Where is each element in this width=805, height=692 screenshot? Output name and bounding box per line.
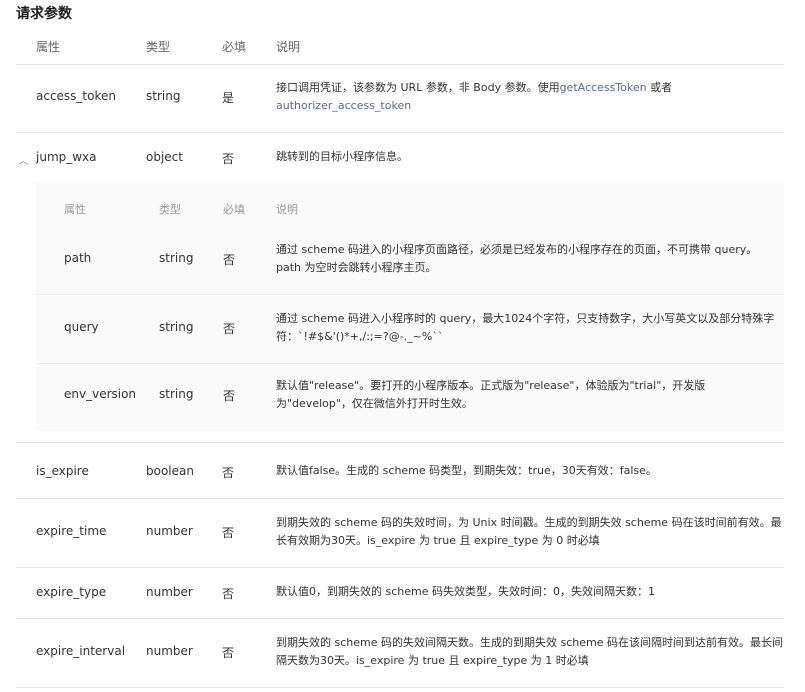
param-required: 否 xyxy=(223,322,236,336)
param-type: number xyxy=(146,644,193,658)
param-required: 否 xyxy=(222,646,235,660)
header-required: 必填 xyxy=(222,40,247,54)
nested-header-type: 类型 xyxy=(159,203,181,216)
param-type: string xyxy=(146,89,181,103)
header-attr: 属性 xyxy=(36,40,61,54)
param-type: string xyxy=(159,251,194,265)
table-row: expire_time number 否 到期失效的 scheme 码的失效时间… xyxy=(16,499,784,568)
param-name: is_expire xyxy=(36,464,89,478)
param-desc: 通过 scheme 码进入小程序时的 query，最大1024个字符，只支持数字… xyxy=(276,312,775,343)
param-required: 是 xyxy=(222,91,235,105)
nested-header-desc: 说明 xyxy=(276,203,298,216)
param-desc: 到期失效的 scheme 码的失效时间，为 Unix 时间戳。生成的到期失效 s… xyxy=(276,516,782,547)
nested-row: query string 否 通过 scheme 码进入小程序时的 query，… xyxy=(36,295,784,364)
table-row: expire_interval number 否 到期失效的 scheme 码的… xyxy=(16,619,784,688)
get-access-token-link[interactable]: getAccessToken xyxy=(560,81,647,94)
nested-row: path string 否 通过 scheme 码进入的小程序页面路径，必须是已… xyxy=(36,225,784,295)
param-type: number xyxy=(146,585,193,599)
param-name: query xyxy=(64,320,99,334)
nested-header-required: 必填 xyxy=(223,203,245,216)
param-type: string xyxy=(159,387,194,401)
table-row: jump_wxa object 否 跳转到的目标小程序信息。 xyxy=(16,133,784,181)
param-desc: 默认值0，到期失效的 scheme 码失效类型，失效时间：0，失效间隔天数：1 xyxy=(276,585,655,598)
param-required: 否 xyxy=(223,389,236,403)
nested-table: 属性 类型 必填 说明 path string 否 通过 scheme 码进入的… xyxy=(36,181,784,431)
param-desc: 接口调用凭证，该参数为 URL 参数，非 Body 参数。使用getAccess… xyxy=(276,81,673,112)
header-type: 类型 xyxy=(146,40,171,54)
table-row: access_token string 是 接口调用凭证，该参数为 URL 参数… xyxy=(16,65,784,133)
param-type: boolean xyxy=(146,464,194,478)
nested-row: env_version string 否 默认值"release"。要打开的小程… xyxy=(36,364,784,431)
param-name: jump_wxa xyxy=(36,150,97,164)
param-type: object xyxy=(146,150,183,164)
table-row: expire_type number 否 默认值0，到期失效的 scheme 码… xyxy=(16,568,784,619)
param-desc: 默认值false。生成的 scheme 码类型，到期失效：true，30天有效：… xyxy=(276,464,657,477)
param-required: 否 xyxy=(222,466,235,480)
param-name: path xyxy=(64,251,92,265)
param-desc: 跳转到的目标小程序信息。 xyxy=(276,150,408,163)
param-name: expire_time xyxy=(36,524,107,538)
param-required: 否 xyxy=(222,526,235,540)
section-title: 请求参数 xyxy=(16,6,72,22)
table-header: 属性 类型 必填 说明 xyxy=(16,28,784,65)
param-name: expire_interval xyxy=(36,644,126,658)
param-name: expire_type xyxy=(36,585,107,599)
param-required: 否 xyxy=(222,152,235,166)
param-name: access_token xyxy=(36,89,116,103)
param-name: env_version xyxy=(64,387,137,401)
param-type: number xyxy=(146,524,193,538)
param-type: string xyxy=(159,320,194,334)
param-required: 否 xyxy=(222,587,235,601)
authorizer-access-token-link[interactable]: authorizer_access_token xyxy=(276,99,411,112)
table-row: is_expire boolean 否 默认值false。生成的 scheme … xyxy=(16,443,784,499)
header-desc: 说明 xyxy=(276,40,301,54)
nested-header-attr: 属性 xyxy=(64,203,86,216)
param-desc: 默认值"release"。要打开的小程序版本。正式版为"release"，体验版… xyxy=(276,379,706,410)
param-desc: 到期失效的 scheme 码的失效间隔天数。生成的到期失效 scheme 码在该… xyxy=(276,636,783,667)
param-desc: 通过 scheme 码进入的小程序页面路径，必须是已经发布的小程序存在的页面，不… xyxy=(276,243,758,274)
nested-header: 属性 类型 必填 说明 xyxy=(36,181,784,225)
param-required: 否 xyxy=(223,253,236,267)
